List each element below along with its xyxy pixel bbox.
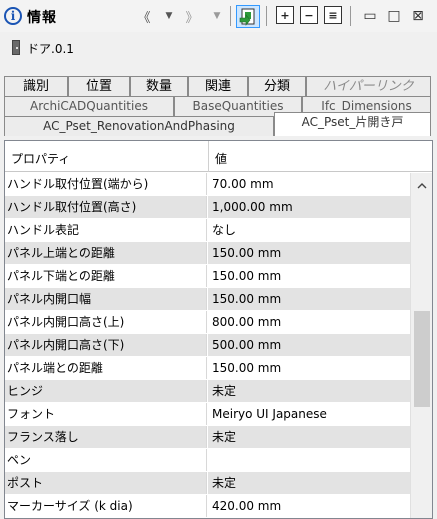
property-value-cell[interactable]: 1,000.00 mm — [207, 196, 410, 218]
property-name-cell[interactable]: フランス落し — [5, 426, 207, 448]
table-row[interactable]: パネル内開口幅 150.00 mm — [5, 288, 410, 311]
vertical-scrollbar[interactable] — [410, 173, 432, 518]
next-element-button[interactable]: 》 — [184, 6, 200, 26]
property-name-cell[interactable]: パネル下端との距離 — [5, 265, 207, 287]
chevron-down-icon: ▼ — [165, 11, 173, 21]
property-value-cell[interactable]: Meiryo UI Japanese — [207, 403, 410, 425]
property-value-cell[interactable]: 未定 — [207, 426, 410, 448]
table-row[interactable]: パネル端との距離 150.00 mm — [5, 357, 410, 380]
column-header-value[interactable]: 値 — [215, 150, 227, 167]
close-icon: ⊠ — [412, 8, 424, 24]
table-row[interactable]: フランス落し 未定 — [5, 426, 410, 449]
minimize-icon: ▭ — [363, 8, 377, 24]
column-divider[interactable] — [208, 141, 209, 172]
chevron-double-right-icon: 》 — [185, 10, 199, 26]
table-row[interactable]: ペン — [5, 449, 410, 472]
tab-location[interactable]: 位置 — [68, 76, 130, 96]
document-arrow-icon — [239, 8, 255, 26]
property-value-cell[interactable]: 420.00 mm — [207, 495, 410, 517]
table-row[interactable]: パネル内開口高さ(下) 500.00 mm — [5, 334, 410, 357]
chevron-down-icon: ▼ — [213, 11, 221, 21]
panel-title: 情報 — [27, 10, 57, 26]
scroll-up-button[interactable] — [415, 181, 429, 191]
list-icon: ≡ — [328, 8, 338, 22]
collapse-all-button[interactable]: − — [300, 6, 318, 24]
property-name-cell[interactable]: パネル上端との距離 — [5, 242, 207, 264]
info-icon: i — [4, 7, 22, 25]
property-value-cell[interactable]: 未定 — [207, 380, 410, 402]
pin-selection-button[interactable] — [236, 5, 260, 28]
previous-element-button[interactable]: 《 — [136, 6, 152, 26]
property-value-cell[interactable] — [207, 449, 410, 471]
table-row[interactable]: フォント Meiryo UI Japanese — [5, 403, 410, 426]
property-name-cell[interactable]: フォント — [5, 403, 207, 425]
table-row[interactable]: パネル上端との距離 150.00 mm — [5, 242, 410, 265]
property-value-cell[interactable]: 500.00 mm — [207, 334, 410, 356]
selected-element-row: ドア.0.1 — [0, 32, 437, 72]
restore-button[interactable]: □ — [386, 6, 402, 26]
property-value-cell[interactable]: 150.00 mm — [207, 242, 410, 264]
tab-relations[interactable]: 関連 — [188, 76, 248, 96]
tab-renovation-phasing[interactable]: AC_Pset_RenovationAndPhasing — [4, 116, 274, 136]
table-row[interactable]: パネル内開口高さ(上) 800.00 mm — [5, 311, 410, 334]
table-row[interactable]: ハンドル表記 なし — [5, 219, 410, 242]
door-icon — [12, 40, 20, 55]
property-value-cell[interactable]: 未定 — [207, 472, 410, 494]
tab-single-door-pset[interactable]: AC_Pset_片開き戸 — [274, 112, 431, 136]
column-header-property[interactable]: プロパティ — [11, 150, 70, 167]
tab-hyperlink[interactable]: ハイパーリンク — [306, 76, 431, 96]
list-view-button[interactable]: ≡ — [324, 6, 342, 24]
table-row[interactable]: ヒンジ 未定 — [5, 380, 410, 403]
tab-identification[interactable]: 識別 — [4, 76, 68, 96]
table-row[interactable]: ハンドル取付位置(端から) 70.00 mm — [5, 173, 410, 196]
tab-quantity[interactable]: 数量 — [130, 76, 188, 96]
minus-icon: − — [304, 8, 314, 22]
plus-icon: + — [280, 8, 290, 22]
toolbar-divider — [230, 6, 231, 26]
table-row[interactable]: マーカーサイズ (k dia) 420.00 mm — [5, 495, 410, 518]
table-row[interactable]: パネル下端との距離 150.00 mm — [5, 265, 410, 288]
next-dropdown-button[interactable]: ▼ — [210, 6, 224, 26]
property-value-cell[interactable]: 150.00 mm — [207, 357, 410, 379]
expand-all-button[interactable]: + — [276, 6, 294, 24]
property-value-cell[interactable]: なし — [207, 219, 410, 241]
property-value-cell[interactable]: 150.00 mm — [207, 265, 410, 287]
tab-archicad-quantities[interactable]: ArchiCADQuantities — [4, 96, 174, 116]
property-name-cell[interactable]: ポスト — [5, 472, 207, 494]
scroll-thumb[interactable] — [414, 311, 430, 407]
property-name-cell[interactable]: ペン — [5, 449, 207, 471]
table-row[interactable]: ポスト 未定 — [5, 472, 410, 495]
property-value-cell[interactable]: 150.00 mm — [207, 288, 410, 310]
property-value-cell[interactable]: 800.00 mm — [207, 311, 410, 333]
property-name-cell[interactable]: パネル端との距離 — [5, 357, 207, 379]
table-row[interactable]: ハンドル取付位置(高さ) 1,000.00 mm — [5, 196, 410, 219]
property-rows: ハンドル取付位置(端から) 70.00 mm ハンドル取付位置(高さ) 1,000.0… — [5, 173, 410, 518]
property-name-cell[interactable]: ヒンジ — [5, 380, 207, 402]
property-name-cell[interactable]: ハンドル取付位置(高さ) — [5, 196, 207, 218]
toolbar-divider — [350, 6, 351, 26]
property-grid: プロパティ 値 ハンドル取付位置(端から) 70.00 mm ハンドル取付位置(高さ… — [4, 140, 433, 519]
property-value-cell[interactable]: 70.00 mm — [207, 173, 410, 195]
property-tabs: 識別 位置 数量 関連 分類 ハイパーリンク ArchiCADQuantitie… — [0, 72, 437, 138]
property-name-cell[interactable]: ハンドル表記 — [5, 219, 207, 241]
chevron-double-left-icon: 《 — [137, 10, 151, 26]
minimize-button[interactable]: ▭ — [362, 6, 378, 26]
property-name-cell[interactable]: パネル内開口幅 — [5, 288, 207, 310]
previous-dropdown-button[interactable]: ▼ — [162, 6, 176, 26]
tab-classification[interactable]: 分類 — [248, 76, 306, 96]
restore-icon: □ — [387, 8, 401, 24]
close-button[interactable]: ⊠ — [410, 6, 426, 26]
property-name-cell[interactable]: パネル内開口高さ(下) — [5, 334, 207, 356]
chevron-up-icon — [417, 183, 427, 189]
selected-element-label: ドア.0.1 — [27, 42, 74, 56]
panel-titlebar: i 情報 《 ▼ 》 ▼ + − ≡ ▭ □ ⊠ — [0, 0, 437, 32]
grid-header: プロパティ 値 — [5, 141, 432, 172]
property-name-cell[interactable]: パネル内開口高さ(上) — [5, 311, 207, 333]
toolbar-divider — [266, 6, 267, 26]
property-name-cell[interactable]: マーカーサイズ (k dia) — [5, 495, 207, 517]
property-name-cell[interactable]: ハンドル取付位置(端から) — [5, 173, 207, 195]
